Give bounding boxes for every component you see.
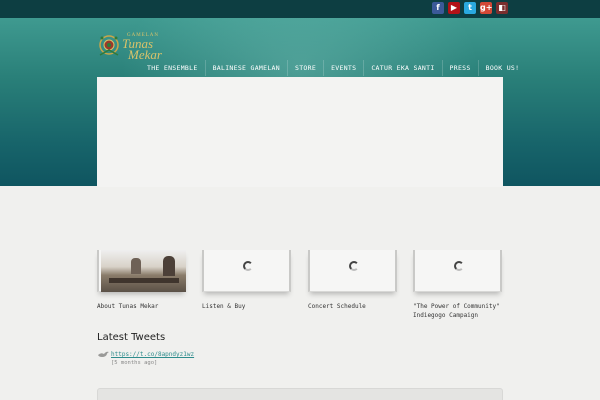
nav-item-balinese-gamelan[interactable]: BALINESE GAMELAN (204, 60, 287, 76)
rss-icon[interactable]: ◧ (496, 2, 508, 14)
thumb-photo[interactable] (101, 250, 186, 292)
thumb-indiegogo[interactable]: "The Power of Community" Indiegogo Campa… (413, 250, 502, 319)
facebook-icon[interactable]: f (432, 2, 444, 14)
main-nav: THE ENSEMBLE BALINESE GAMELAN STORE EVEN… (140, 60, 526, 76)
thumb-concerts[interactable]: Concert Schedule (308, 250, 397, 310)
tweet-link[interactable]: https://t.co/8apndyz1wz (111, 351, 194, 358)
thumb-frame (308, 250, 397, 292)
nav-item-book-us[interactable]: BOOK US! (477, 60, 527, 76)
feature-thumbnails: About Tunas Mekar Listen & Buy Concert S… (97, 250, 503, 322)
top-bar: f ▶ t g+ ◧ (0, 0, 600, 18)
photo-instrument (109, 278, 179, 283)
thumb-listen[interactable]: Listen & Buy (202, 250, 291, 310)
loading-spinner-icon (349, 261, 359, 271)
nav-item-store[interactable]: STORE (286, 60, 323, 76)
logo-emblem-icon (99, 35, 119, 56)
nav-item-catur-eka-santi[interactable]: CATUR EKA SANTI (363, 60, 441, 76)
logo-title: Tunas Mekar (122, 37, 162, 61)
bird-icon (98, 351, 109, 357)
thumb-caption[interactable]: About Tunas Mekar (97, 302, 197, 311)
footer-panel (97, 388, 503, 400)
tweet-timestamp: [5 months ago] (111, 360, 158, 366)
thumb-frame (97, 250, 186, 292)
thumb-caption[interactable]: Concert Schedule (308, 302, 408, 311)
thumb-caption[interactable]: "The Power of Community" Indiegogo Campa… (413, 302, 503, 320)
youtube-icon[interactable]: ▶ (448, 2, 460, 14)
nav-item-the-ensemble[interactable]: THE ENSEMBLE (140, 60, 205, 76)
nav-item-press[interactable]: PRESS (441, 60, 478, 76)
nav-item-events[interactable]: EVENTS (323, 60, 363, 76)
twitter-icon[interactable]: t (464, 2, 476, 14)
photo-figure (131, 258, 141, 274)
social-links: f ▶ t g+ ◧ (432, 2, 508, 14)
thumb-caption[interactable]: Listen & Buy (202, 302, 302, 311)
thumb-frame (413, 250, 502, 292)
latest-tweets-heading: Latest Tweets (97, 332, 166, 343)
photo-figure (163, 256, 175, 276)
thumb-frame (202, 250, 291, 292)
thumb-about[interactable]: About Tunas Mekar (97, 250, 186, 310)
loading-spinner-icon (454, 261, 464, 271)
featured-slider[interactable] (97, 77, 503, 187)
site-logo[interactable]: GAMELAN Tunas Mekar (98, 33, 168, 61)
googleplus-icon[interactable]: g+ (480, 2, 492, 14)
loading-spinner-icon (243, 261, 253, 271)
